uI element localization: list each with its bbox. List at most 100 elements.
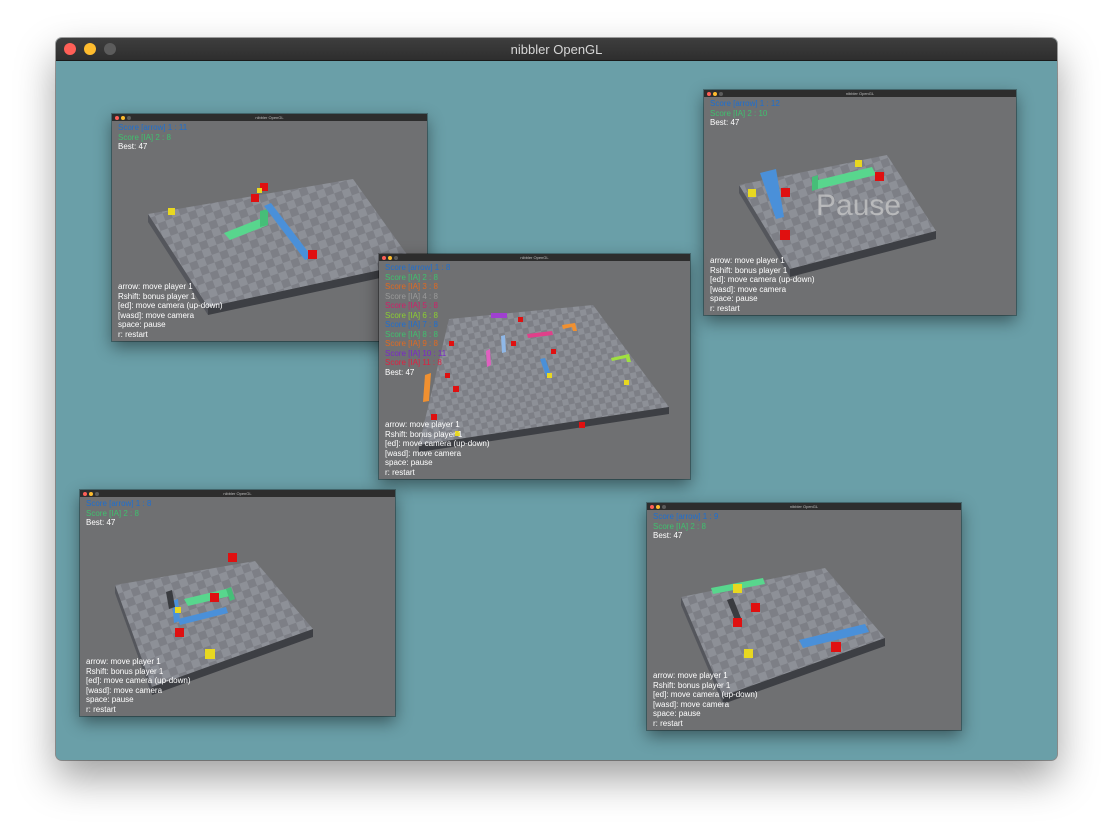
game-window-titlebar[interactable]: nibbler OpenGL	[704, 90, 1016, 97]
score-line: Score [IA] 10 : 11	[385, 348, 447, 358]
score-line: Score [arrow] 1 : 8	[385, 263, 451, 272]
score-line: Score [IA] 2 : 8	[118, 132, 171, 142]
help-line: arrow: move player 1	[653, 671, 728, 680]
help-line: Rshift: bonus player 1	[86, 666, 164, 676]
bonus-yellow	[168, 208, 175, 215]
game-window-top-right[interactable]: nibbler OpenGL Pause Score [arrow] 1: 1…	[704, 90, 1016, 315]
help-line: arrow: move player 1	[118, 282, 193, 291]
score-line: Score [IA] 4 : 8	[385, 291, 438, 301]
title-bar[interactable]: nibbler OpenGL	[56, 38, 1057, 61]
score-panel: Score [arrow] 1 : 8 Score [IA] 2 : 8 Sco…	[385, 263, 450, 377]
game-window-title: nibbler OpenGL	[845, 91, 875, 96]
game-window-titlebar[interactable]: nibbler OpenGL	[647, 503, 961, 510]
help-line: Rshift: bonus player 1	[118, 291, 196, 301]
bonus-yellow	[205, 649, 215, 659]
bonus-yellow	[257, 188, 262, 193]
bonus-yellow	[547, 373, 552, 378]
food-red	[308, 250, 317, 259]
help-line: [wasd]: move camera	[710, 284, 787, 294]
food-red	[511, 341, 516, 346]
score-line: Score [IA] 5 : 8	[385, 301, 438, 310]
help-line: Rshift: bonus player 1	[710, 265, 788, 275]
help-line: r: restart	[653, 718, 683, 728]
help-text: arrow: move player 1 Rshift: bonus playe…	[385, 420, 490, 477]
game-window-titlebar[interactable]: nibbler OpenGL	[80, 490, 395, 497]
help-line: space: pause	[710, 294, 758, 303]
score-line: Score [IA] 2 : 10	[710, 108, 768, 118]
help-text: arrow: move player 1 Rshift: bonus playe…	[653, 671, 758, 728]
score-line: Score [IA] 9 : 8	[385, 339, 438, 348]
score-line: Score [IA] 6 : 8	[385, 310, 438, 320]
score-line: Score [IA] 8 : 8	[385, 329, 438, 339]
help-line: r: restart	[385, 467, 415, 477]
window-title: nibbler OpenGL	[510, 42, 603, 57]
food-red	[875, 172, 884, 181]
help-line: Rshift: bonus player 1	[385, 429, 463, 439]
window-content: nibbler OpenGL Score [arrow] 1: 11 Scor…	[56, 61, 1057, 760]
bonus-yellow	[748, 189, 756, 197]
food-red	[579, 422, 585, 428]
snake-purple	[491, 313, 507, 318]
help-line: [ed]: move camera (up-down)	[653, 690, 758, 699]
game-window-title: nibbler OpenGL	[255, 115, 284, 120]
score-line: Score [IA] 3 : 8	[385, 282, 438, 291]
bonus-yellow	[175, 607, 181, 613]
help-line: [ed]: move camera (up-down)	[710, 275, 815, 284]
food-red	[228, 553, 237, 562]
help-line: [ed]: move camera (up-down)	[385, 439, 490, 448]
score-panel: Score [arrow] 1 : 9 Score [IA] 2 : 8 Bes…	[653, 512, 718, 541]
game-window-title: nibbler OpenGL	[223, 491, 252, 496]
help-text: arrow: move player 1 Rshift: bonus playe…	[118, 282, 223, 339]
score-panel: Score [arrow] 1 : 12 Score [IA] 2 : 10 B…	[710, 99, 780, 128]
food-red	[175, 628, 184, 637]
game-window-titlebar[interactable]: nibbler OpenGL	[112, 114, 427, 121]
help-line: [wasd]: move camera	[86, 685, 163, 695]
best-score: Best: 47	[118, 142, 148, 151]
help-line: [wasd]: move camera	[118, 310, 195, 320]
help-line: arrow: move player 1	[86, 657, 161, 666]
pause-overlay: Pause	[816, 189, 902, 222]
score-panel: Score [arrow] 1 : 11 Score [IA] 2 : 8 Be…	[118, 123, 187, 152]
help-line: arrow: move player 1	[385, 420, 460, 429]
help-line: r: restart	[710, 303, 740, 313]
score-panel: Score [arrow] 1 : 8 Score [IA] 2 : 8 Bes…	[86, 499, 151, 528]
help-line: r: restart	[86, 704, 116, 714]
help-line: [wasd]: move camera	[385, 448, 462, 458]
score-line: Score [IA] 2 : 8	[653, 521, 706, 531]
food-red	[780, 230, 790, 240]
score-line: Score [arrow] 1 : 8	[86, 499, 152, 508]
help-line: arrow: move player 1	[710, 256, 785, 265]
main-window: nibbler OpenGL nibbler OpenGL Score [arr…	[56, 38, 1057, 760]
food-red	[733, 618, 742, 627]
help-line: Rshift: bonus player 1	[653, 680, 731, 690]
game-window-bottom-left[interactable]: nibbler OpenGL Score [arrow] 1: 8 Score…	[80, 490, 395, 716]
game-window-title: nibbler OpenGL	[789, 504, 819, 509]
help-line: space: pause	[385, 458, 433, 467]
best-score: Best: 47	[86, 518, 116, 527]
game-window-titlebar[interactable]: nibbler OpenGL	[379, 254, 690, 261]
food-red	[453, 386, 459, 392]
score-line: Score [IA] 11 : 8	[385, 358, 442, 367]
score-line: Score [arrow] 1 : 9	[653, 512, 719, 521]
score-line: Score [IA] 7 : 8	[385, 320, 438, 329]
help-text: arrow: move player 1 Rshift: bonus playe…	[86, 657, 191, 714]
best-score: Best: 47	[385, 367, 415, 377]
bonus-yellow	[744, 649, 753, 658]
help-line: [ed]: move camera (up-down)	[118, 301, 223, 310]
best-score: Best: 47	[710, 118, 740, 127]
bonus-yellow	[624, 380, 629, 385]
game-window-center[interactable]: nibbler OpenGL Score [arrow] 1: 8 Score…	[379, 254, 690, 479]
game-window-bottom-right[interactable]: nibbler OpenGL Score [arrow] 1: 9 Score…	[647, 503, 961, 730]
score-line: Score [arrow] 1 : 12	[710, 99, 780, 108]
game-window-title: nibbler OpenGL	[520, 255, 549, 260]
food-red	[781, 188, 790, 197]
score-line: Score [IA] 2 : 8	[385, 272, 438, 282]
score-line: Score [arrow] 1 : 11	[118, 123, 188, 132]
bonus-yellow	[733, 584, 742, 593]
help-line: [wasd]: move camera	[653, 699, 730, 709]
help-line: space: pause	[86, 695, 134, 704]
food-red	[751, 603, 760, 612]
food-red	[251, 194, 259, 202]
help-line: r: restart	[118, 329, 148, 339]
help-line: space: pause	[653, 709, 701, 718]
